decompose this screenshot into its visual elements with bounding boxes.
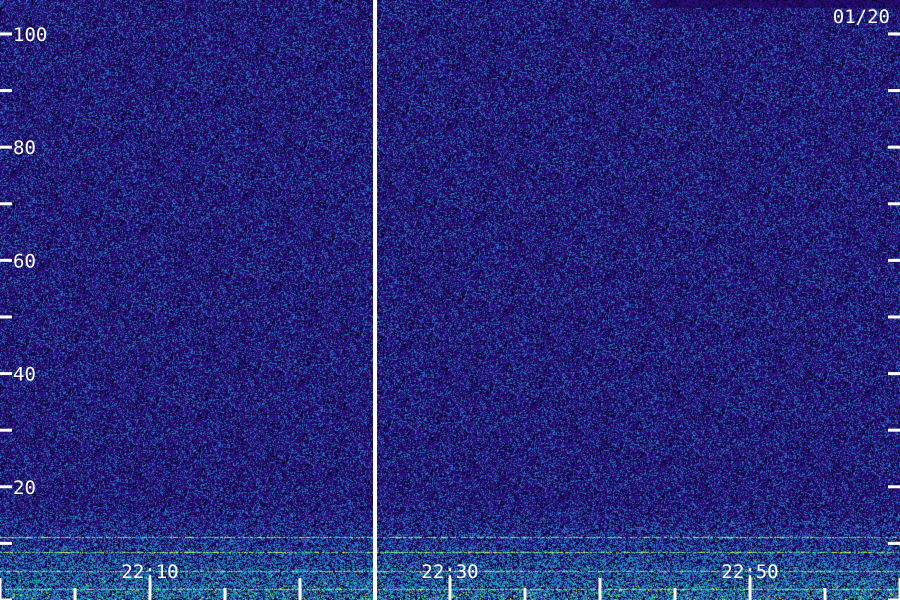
spectrogram-panel: 100 80 60 40 20 22:10 22:30 22:50 01/20 bbox=[0, 0, 900, 600]
x-tick-label: 22:50 bbox=[721, 561, 778, 583]
y-axis-left: 100 80 60 40 20 bbox=[0, 24, 47, 600]
y-tick-label: 40 bbox=[13, 364, 36, 386]
x-axis: 22:10 22:30 22:50 bbox=[0, 561, 900, 600]
x-tick-label: 22:10 bbox=[121, 561, 178, 583]
x-tick-label: 22:30 bbox=[421, 561, 478, 583]
y-axis-right bbox=[888, 32, 900, 600]
y-tick-label: 60 bbox=[13, 250, 36, 272]
date-label: 01/20 bbox=[833, 6, 890, 28]
y-tick-label: 20 bbox=[13, 477, 36, 499]
chart-overlay: 100 80 60 40 20 22:10 22:30 22:50 01/20 bbox=[0, 0, 900, 600]
y-tick-label: 80 bbox=[13, 137, 36, 159]
y-tick-label: 100 bbox=[13, 24, 47, 46]
